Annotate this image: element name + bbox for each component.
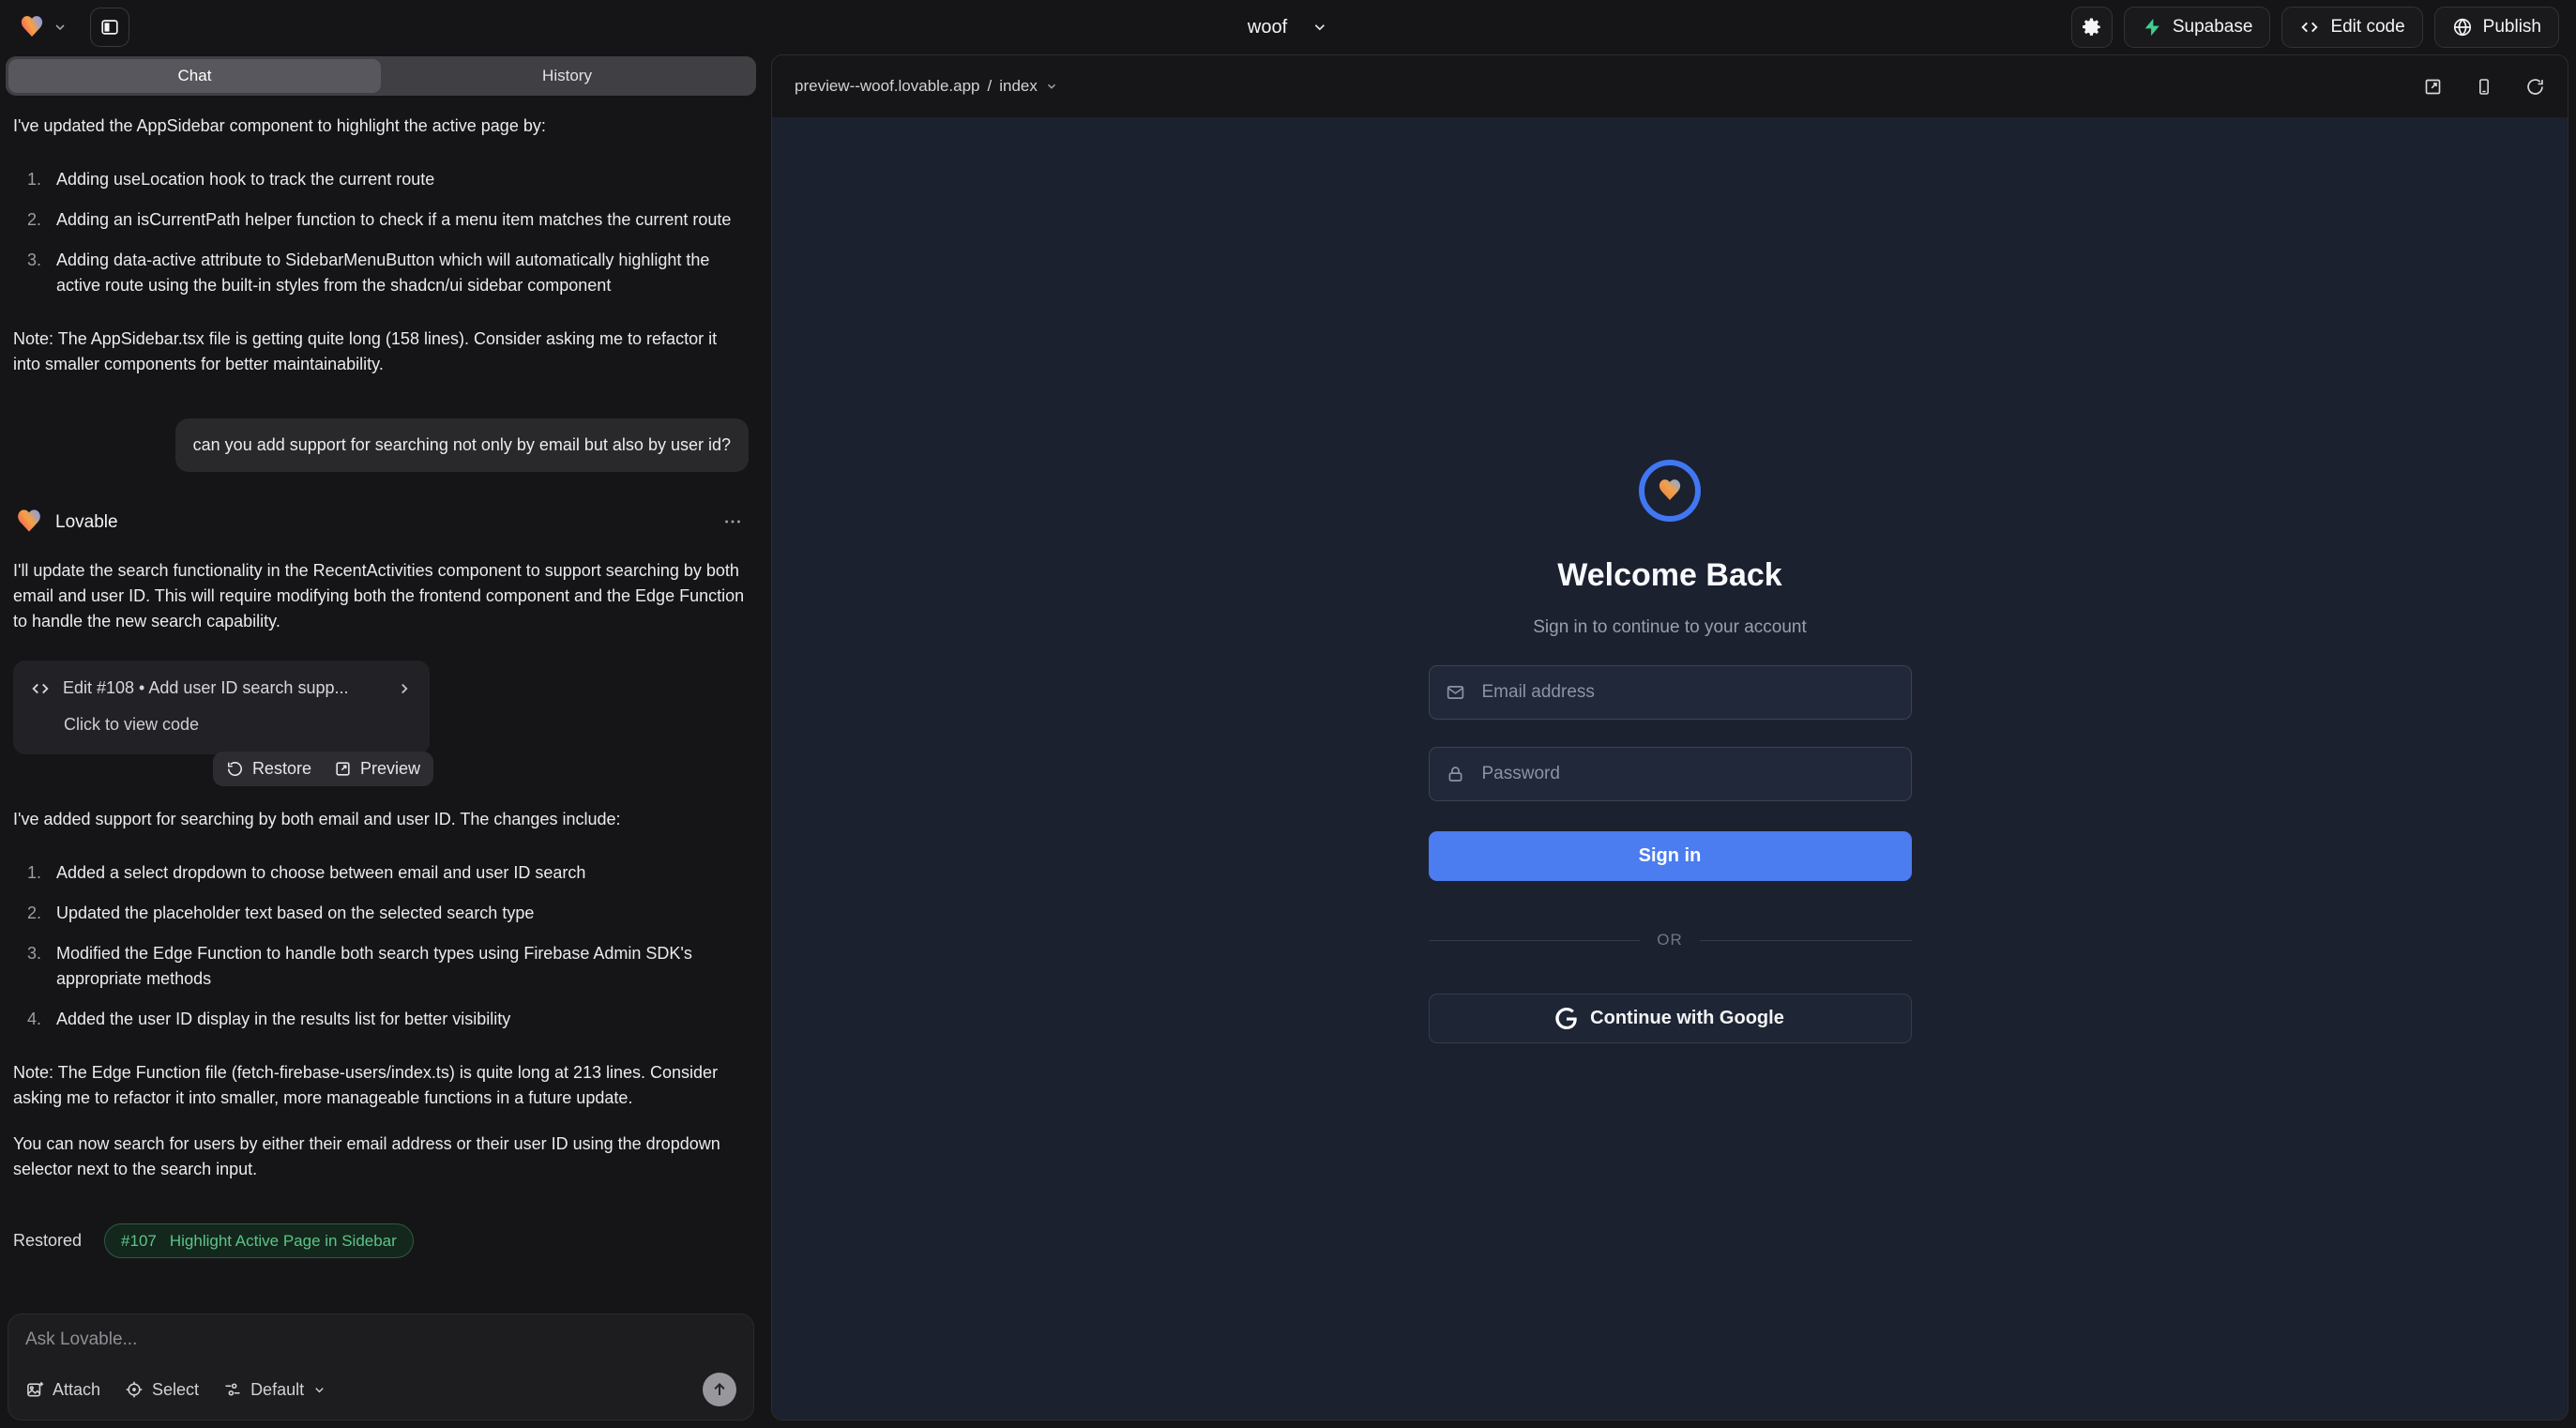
edit-code-label: Edit code [2330, 17, 2404, 38]
mobile-view-icon[interactable] [2475, 77, 2493, 97]
assistant-list: 1. Adding useLocation hook to track the … [13, 167, 749, 298]
page-title: Welcome Back [1557, 557, 1781, 594]
page-subtitle: Sign in to continue to your account [1533, 617, 1807, 638]
project-name: woof [1248, 17, 1287, 38]
publish-label: Publish [2483, 17, 2541, 38]
chevron-down-icon [53, 20, 68, 35]
google-icon [1555, 1008, 1577, 1029]
project-switcher[interactable]: woof [1248, 0, 1328, 54]
code-icon [2299, 17, 2320, 38]
list-item: 1. Adding useLocation hook to track the … [13, 167, 749, 192]
globe-icon [2452, 17, 2473, 38]
heart-icon [1655, 476, 1685, 506]
send-button[interactable] [703, 1373, 736, 1406]
edit-card-actions: Restore Preview [213, 752, 433, 786]
panel-left-icon [99, 17, 120, 38]
supabase-icon [2142, 17, 2162, 38]
chat-input[interactable] [25, 1329, 736, 1373]
preview-url: preview--woof.lovable.app [795, 77, 980, 96]
open-in-new-window-icon[interactable] [2423, 77, 2443, 97]
preview-button[interactable]: Preview [334, 759, 420, 779]
gear-icon [2081, 16, 2103, 38]
top-bar: woof Supabase Edit code [0, 0, 2576, 54]
preview-panel: preview--woof.lovable.app / index [771, 54, 2568, 1420]
assistant-paragraph: You can now search for users by either t… [13, 1132, 749, 1182]
assistant-list: 1. Added a select dropdown to choose bet… [13, 860, 749, 1032]
list-item: 3. Adding data-active attribute to Sideb… [13, 248, 749, 298]
ellipsis-menu-icon[interactable] [722, 511, 743, 532]
assistant-note: Note: The AppSidebar.tsx file is getting… [13, 327, 749, 377]
chevron-down-icon [1311, 19, 1328, 36]
supabase-button[interactable]: Supabase [2124, 7, 2271, 48]
restored-version-badge[interactable]: #107 Highlight Active Page in Sidebar [104, 1223, 414, 1258]
email-field[interactable] [1429, 665, 1912, 720]
sign-in-button[interactable]: Sign in [1429, 831, 1912, 881]
google-sign-in-button[interactable]: Continue with Google [1429, 994, 1912, 1043]
tab-history[interactable]: History [381, 59, 753, 93]
signin-card: Welcome Back Sign in to continue to your… [1429, 460, 1912, 1043]
list-item: 2. Updated the placeholder text based on… [13, 901, 749, 926]
lock-icon [1446, 765, 1465, 784]
settings-button[interactable] [2071, 7, 2113, 48]
restore-icon [226, 760, 244, 778]
chevron-down-icon [312, 1383, 326, 1397]
list-item: 3. Modified the Edge Function to handle … [13, 941, 749, 992]
select-target-icon [125, 1380, 144, 1399]
password-field[interactable] [1429, 747, 1912, 801]
list-item: 2. Adding an isCurrentPath helper functi… [13, 207, 749, 233]
or-divider: OR [1429, 931, 1912, 949]
chat-messages[interactable]: I've updated the AppSidebar component to… [0, 96, 762, 1304]
edit-code-button[interactable]: Edit code [2281, 7, 2422, 48]
chevron-down-icon [1045, 80, 1058, 93]
edit-card-title: Edit #108 • Add user ID search supp... [63, 676, 348, 701]
external-link-icon [334, 760, 352, 778]
lovable-logo-menu[interactable] [17, 12, 68, 42]
preview-page: index [999, 77, 1038, 96]
list-item: 1. Added a select dropdown to choose bet… [13, 860, 749, 886]
assistant-name: Lovable [55, 509, 118, 535]
assistant-note: Note: The Edge Function file (fetch-fire… [13, 1060, 749, 1111]
mode-selector[interactable]: Default [223, 1380, 326, 1400]
email-field-wrap [1429, 665, 1912, 720]
select-button[interactable]: Select [125, 1380, 199, 1400]
restore-button[interactable]: Restore [226, 759, 311, 779]
tab-chat[interactable]: Chat [8, 59, 381, 93]
refresh-icon[interactable] [2525, 77, 2545, 97]
chat-panel: Chat History I've updated the AppSidebar… [0, 54, 762, 1428]
attach-image-icon [25, 1380, 44, 1399]
user-message-bubble: can you add support for searching not on… [175, 418, 749, 472]
lovable-heart-icon [17, 12, 47, 42]
edit-code-card[interactable]: Edit #108 • Add user ID search supp... C… [13, 661, 430, 754]
envelope-icon [1446, 683, 1465, 703]
assistant-paragraph: I've added support for searching by both… [13, 807, 749, 832]
attach-button[interactable]: Attach [25, 1380, 100, 1400]
assistant-paragraph: I'll update the search functionality in … [13, 558, 749, 634]
lovable-heart-icon [13, 506, 45, 538]
composer: Attach Select Default [8, 1314, 754, 1420]
restored-label: Restored [13, 1228, 82, 1253]
preview-url-selector[interactable]: preview--woof.lovable.app / index [795, 77, 1058, 96]
code-icon [30, 678, 51, 699]
sliders-icon [223, 1380, 242, 1399]
arrow-up-icon [711, 1381, 728, 1398]
supabase-label: Supabase [2173, 17, 2253, 38]
app-logo [1639, 460, 1701, 522]
preview-toolbar: preview--woof.lovable.app / index [772, 55, 2568, 117]
chat-history-tabs: Chat History [6, 56, 756, 96]
chevron-right-icon [396, 680, 413, 697]
list-item: 4. Added the user ID display in the resu… [13, 1007, 749, 1032]
restored-row: Restored #107 Highlight Active Page in S… [13, 1223, 749, 1258]
password-field-wrap [1429, 747, 1912, 801]
app-preview: Welcome Back Sign in to continue to your… [772, 117, 2568, 1420]
assistant-message-header: Lovable [13, 506, 749, 538]
toggle-sidebar-button[interactable] [90, 8, 129, 47]
assistant-paragraph: I've updated the AppSidebar component to… [13, 114, 749, 139]
edit-card-subtitle: Click to view code [64, 712, 413, 737]
publish-button[interactable]: Publish [2434, 7, 2559, 48]
